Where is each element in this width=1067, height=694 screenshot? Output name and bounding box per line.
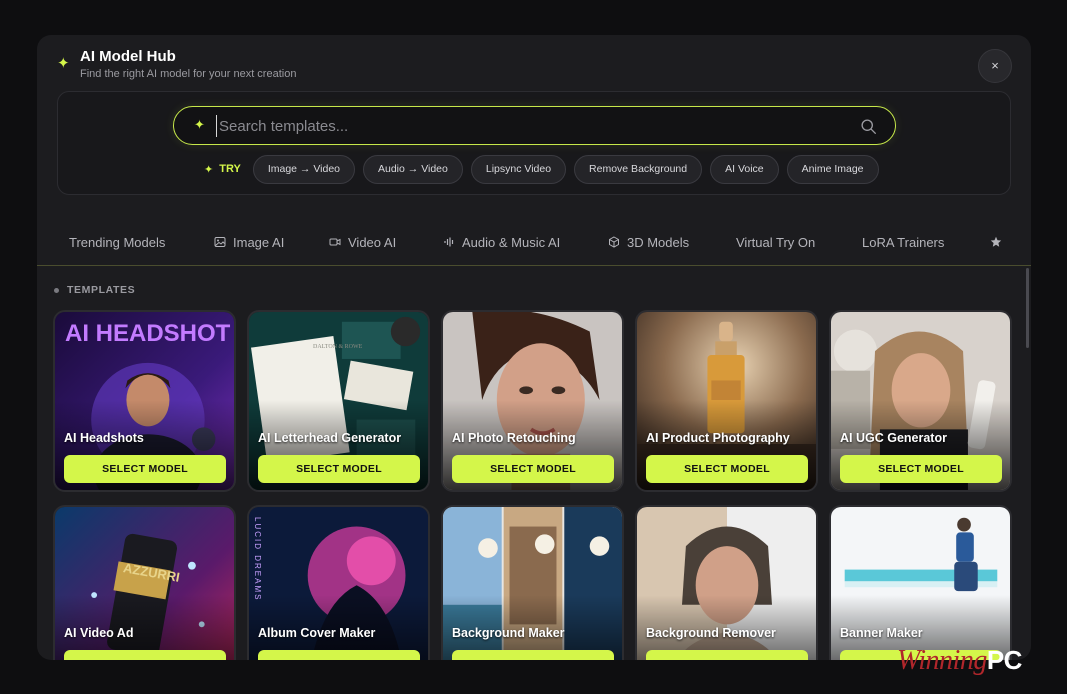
- card-art-text: LUCID DREAMS: [253, 517, 262, 602]
- card-title: Banner Maker: [840, 626, 923, 640]
- tab-lora-trainers[interactable]: LoRA Trainers: [862, 232, 944, 252]
- search-panel: ✦ ✦TRY Image → Video Audio → Video Lipsy…: [57, 91, 1011, 195]
- tab-image-ai[interactable]: Image AI: [214, 232, 284, 252]
- chip-ai-voice[interactable]: AI Voice: [710, 154, 779, 184]
- template-card-ai-video-ad[interactable]: AZZURRI AI Video Ad SELECT MODEL: [53, 505, 236, 660]
- card-title: AI Video Ad: [64, 626, 134, 640]
- modal-title: AI Model Hub: [80, 48, 176, 65]
- card-title: AI Photo Retouching: [452, 431, 576, 445]
- template-card-background-maker[interactable]: Background Maker SELECT MODEL: [441, 505, 624, 660]
- cube-icon: [609, 236, 619, 248]
- sparkle-icon: ✦: [204, 163, 214, 176]
- select-model-button[interactable]: SELECT MODEL: [64, 455, 226, 483]
- modal-subtitle: Find the right AI model for your next cr…: [80, 68, 297, 80]
- tab-3d-models[interactable]: 3D Models: [608, 232, 689, 252]
- try-label: ✦ TRY: [204, 163, 241, 176]
- category-tabs: Trending Models Image AI Video AI Audio …: [37, 220, 1031, 266]
- template-card-banner-maker[interactable]: Banner Maker SELECT MODEL: [829, 505, 1012, 660]
- image-icon: [214, 237, 226, 247]
- card-title: AI Product Photography: [646, 431, 790, 445]
- star-icon: [990, 236, 1002, 247]
- search-icon[interactable]: [860, 118, 877, 135]
- dot-icon: [54, 287, 59, 293]
- tab-virtual-try-on[interactable]: Virtual Try On: [736, 232, 815, 252]
- card-title: Background Maker: [452, 626, 565, 640]
- close-icon: ×: [991, 58, 999, 73]
- search-input[interactable]: [216, 115, 836, 137]
- template-card-background-remover[interactable]: Background Remover SELECT MODEL: [635, 505, 818, 660]
- chip-remove-background[interactable]: Remove Background: [574, 154, 703, 184]
- select-model-button[interactable]: SELECT MODEL: [840, 455, 1002, 483]
- select-model-button[interactable]: SELECT MODEL: [258, 650, 420, 660]
- select-model-button[interactable]: SELECT MODEL: [452, 650, 614, 660]
- sparkle-icon: ✦: [194, 117, 205, 132]
- select-model-button[interactable]: SELECT MODEL: [258, 455, 420, 483]
- audio-wave-icon: [444, 237, 454, 247]
- templates-section-label: TEMPLATES: [54, 284, 135, 296]
- sparkle-icon: ✦: [57, 55, 70, 72]
- template-card-ai-ugc-generator[interactable]: AI UGC Generator SELECT MODEL: [829, 310, 1012, 492]
- try-suggestions: ✦ TRY Image → Video Audio → Video Lipsync…: [204, 154, 887, 184]
- modal-header: ✦ AI Model Hub Find the right AI model f…: [37, 35, 1031, 95]
- select-model-button[interactable]: SELECT MODEL: [452, 455, 614, 483]
- tab-favorites[interactable]: [990, 232, 1002, 252]
- tab-audio-music-ai[interactable]: Audio & Music AI: [443, 232, 560, 252]
- template-card-ai-product-photography[interactable]: AI Product Photography SELECT MODEL: [635, 310, 818, 492]
- chip-lipsync-video[interactable]: Lipsync Video: [470, 154, 567, 184]
- video-icon: [329, 238, 341, 246]
- chip-anime-image[interactable]: Anime Image: [786, 154, 879, 184]
- card-art-text: DALTON & ROWE: [313, 344, 363, 350]
- template-card-ai-photo-retouching[interactable]: AI Photo Retouching SELECT MODEL: [441, 310, 624, 492]
- winningpc-watermark: WinningPC: [897, 645, 1022, 676]
- select-model-button[interactable]: SELECT MODEL: [646, 650, 808, 660]
- close-button[interactable]: ×: [978, 49, 1012, 83]
- chip-image-to-video[interactable]: Image → Video: [252, 154, 355, 184]
- ai-model-hub-modal: ✦ AI Model Hub Find the right AI model f…: [37, 35, 1031, 660]
- tab-trending-models[interactable]: Trending Models: [69, 232, 165, 252]
- card-art-text: AI HEADSHOT: [65, 320, 231, 347]
- card-title: Background Remover: [646, 626, 776, 640]
- card-title: Album Cover Maker: [258, 626, 376, 640]
- template-card-ai-letterhead-generator[interactable]: DALTON & ROWE AI Letterhead Generator SE…: [247, 310, 430, 492]
- select-model-button[interactable]: SELECT MODEL: [646, 455, 808, 483]
- card-title: AI Headshots: [64, 431, 144, 445]
- template-card-album-cover-maker[interactable]: LUCID DREAMS Album Cover Maker SELECT MO…: [247, 505, 430, 660]
- select-model-button[interactable]: SELECT MODEL: [64, 650, 226, 660]
- card-title: AI UGC Generator: [840, 431, 947, 445]
- card-title: AI Letterhead Generator: [258, 431, 402, 445]
- tab-video-ai[interactable]: Video AI: [329, 232, 396, 252]
- chip-audio-to-video[interactable]: Audio → Video: [363, 154, 463, 184]
- scrollbar-thumb[interactable]: [1026, 268, 1029, 348]
- template-card-ai-headshots[interactable]: AI HEADSHOT AI Headshots SELECT MODEL: [53, 310, 236, 492]
- search-bar[interactable]: ✦: [173, 106, 896, 145]
